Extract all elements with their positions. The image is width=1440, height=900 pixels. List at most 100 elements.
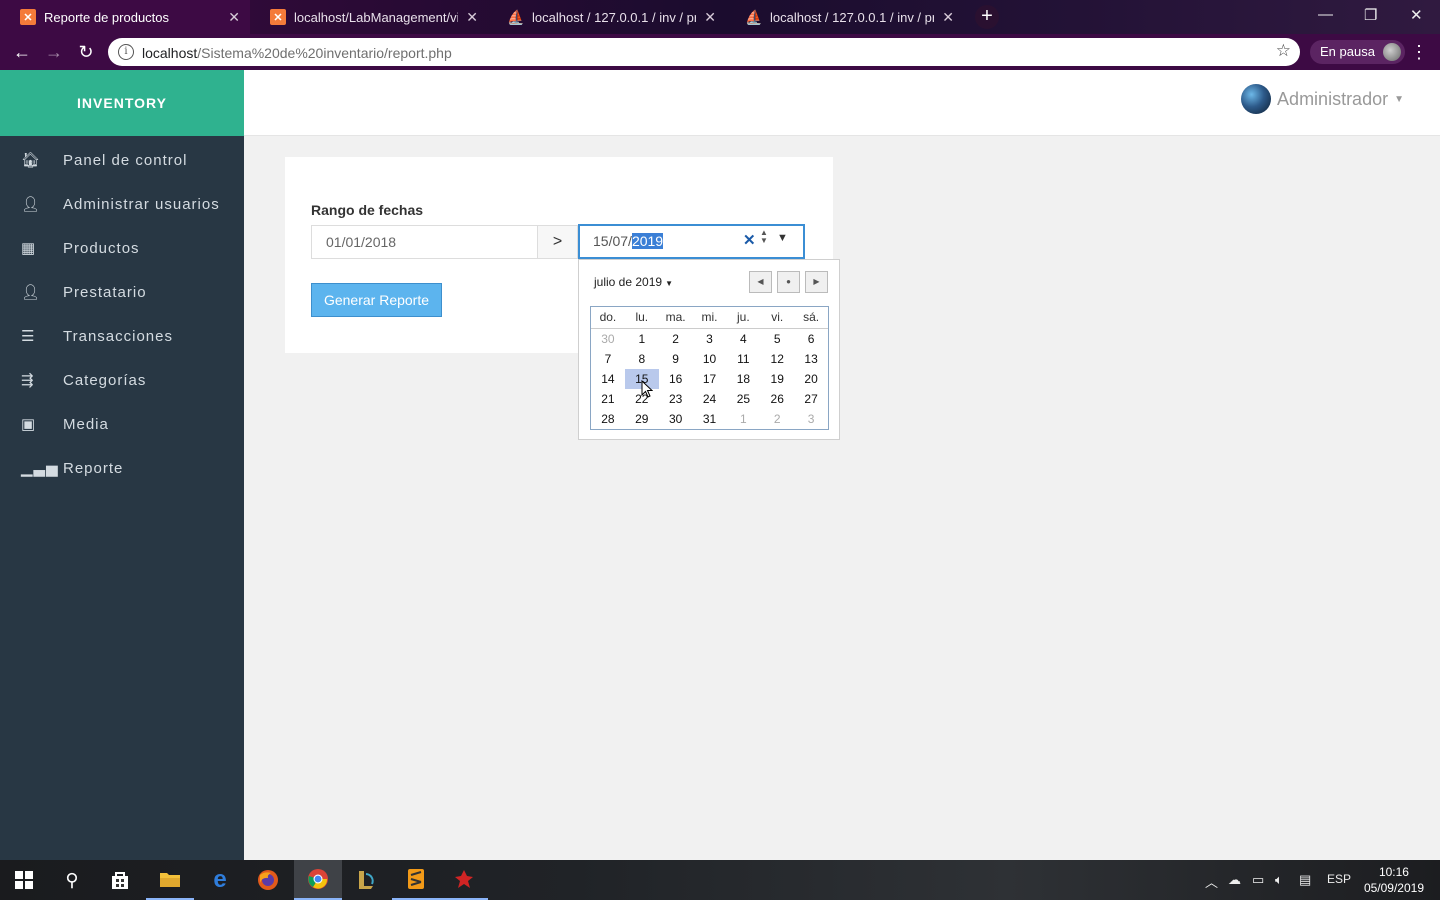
calendar-day[interactable]: 21 [591, 389, 625, 409]
calendar-day[interactable]: 17 [693, 369, 727, 389]
app-icon[interactable] [440, 860, 488, 900]
system-clock[interactable]: 10:16 05/09/2019 [1364, 864, 1424, 896]
bookmark-star-icon[interactable]: ☆ [1276, 41, 1291, 61]
firefox-icon[interactable] [244, 860, 292, 900]
calendar-day[interactable]: 1 [726, 409, 760, 429]
calendar-day[interactable]: 9 [659, 349, 693, 369]
calendar-day[interactable]: 25 [726, 389, 760, 409]
calendar-day[interactable]: 8 [625, 349, 659, 369]
month-year-selector[interactable]: julio de 2019 ▼ [594, 275, 673, 289]
browser-menu-icon[interactable]: ⋮ [1410, 42, 1428, 63]
windows-start-icon[interactable] [0, 860, 48, 900]
generate-report-button[interactable]: Generar Reporte [311, 283, 442, 317]
calendar-day[interactable]: 18 [726, 369, 760, 389]
mouse-cursor-icon [641, 380, 653, 398]
calendar-day[interactable]: 30 [659, 409, 693, 429]
calendar-day[interactable]: 1 [625, 329, 659, 349]
file-explorer-icon[interactable] [146, 860, 194, 900]
calendar-day[interactable]: 31 [693, 409, 727, 429]
sidebar-item-label: Productos [63, 239, 140, 257]
next-month-button[interactable]: ▶ [805, 271, 828, 293]
calendar-day[interactable]: 6 [794, 329, 828, 349]
date-picker-popup: julio de 2019 ▼ ◀ ● ▶ do. lu. ma. mi. ju.… [578, 259, 840, 440]
calendar-day[interactable]: 7 [591, 349, 625, 369]
site-info-icon[interactable]: i [118, 44, 134, 60]
search-icon[interactable]: ⚲ [48, 860, 96, 900]
sidebar-item-media[interactable]: ▣ Media [0, 402, 244, 446]
tab-reporte-productos[interactable]: ✕ Reporte de productos ✕ [0, 0, 250, 34]
calendar-day[interactable]: 16 [659, 369, 693, 389]
sidebar-item-productos[interactable]: ▦ Productos [0, 226, 244, 270]
indent-icon: ⇶ [21, 372, 35, 389]
volume-icon[interactable]: 🔈︎ [1275, 872, 1283, 888]
date-to-input[interactable]: 15/07/2019 ✕ ▲ ▼ ▼ [578, 224, 805, 259]
calendar-day[interactable]: 2 [760, 409, 794, 429]
restore-icon[interactable]: ❐ [1364, 6, 1377, 24]
dropdown-arrow-icon[interactable]: ▼ [777, 232, 788, 244]
reload-icon[interactable]: ↻ [75, 41, 97, 63]
league-client-icon[interactable] [342, 860, 390, 900]
previous-month-button[interactable]: ◀ [749, 271, 772, 293]
sidebar-item-panel-de-control[interactable]: 🏠︎ Panel de control [0, 138, 244, 182]
today-button[interactable]: ● [777, 271, 800, 293]
calendar-day[interactable]: 24 [693, 389, 727, 409]
tab-phpmyadmin-1[interactable]: ⛵ localhost / 127.0.0.1 / inv / produ ✕ [488, 0, 726, 34]
calendar-week: 30 1 2 3 4 5 6 [591, 329, 828, 349]
calendar-day[interactable]: 11 [726, 349, 760, 369]
tab-close-icon[interactable]: ✕ [942, 9, 954, 26]
sidebar-item-administrar-usuarios[interactable]: 👤︎ Administrar usuarios [0, 182, 244, 226]
onedrive-icon[interactable]: ☁ [1228, 872, 1241, 888]
tab-close-icon[interactable]: ✕ [704, 9, 716, 26]
user-menu[interactable]: Administrador ▼ [1241, 84, 1404, 114]
calendar-day[interactable]: 13 [794, 349, 828, 369]
forward-icon[interactable]: → [43, 41, 65, 63]
calendar-day[interactable]: 4 [726, 329, 760, 349]
calendar-day[interactable]: 29 [625, 409, 659, 429]
tab-close-icon[interactable]: ✕ [466, 9, 478, 26]
brand-logo[interactable]: INVENTORY [0, 70, 244, 136]
caret-down-icon: ▼ [665, 279, 673, 288]
calendar-day[interactable]: 26 [760, 389, 794, 409]
sidebar-item-prestatario[interactable]: 👤︎ Prestatario [0, 270, 244, 314]
tab-close-icon[interactable]: ✕ [228, 9, 240, 26]
tab-phpmyadmin-2[interactable]: ⛵ localhost / 127.0.0.1 / inv / produ ✕ [726, 0, 964, 34]
calendar-day[interactable]: 10 [693, 349, 727, 369]
new-tab-button[interactable]: + [975, 5, 999, 29]
calendar-day[interactable]: 2 [659, 329, 693, 349]
calendar-day[interactable]: 28 [591, 409, 625, 429]
back-icon[interactable]: ← [11, 41, 33, 63]
sidebar-item-categorias[interactable]: ⇶ Categorías [0, 358, 244, 402]
show-hidden-icons[interactable]: ︿ [1205, 872, 1218, 891]
sidebar-item-transacciones[interactable]: ☰ Transacciones [0, 314, 244, 358]
network-icon[interactable]: ▭ [1252, 872, 1264, 888]
calendar-day[interactable]: 3 [693, 329, 727, 349]
sidebar-item-reporte[interactable]: ▁▃▅ Reporte [0, 446, 244, 490]
chrome-icon[interactable] [294, 860, 342, 900]
notifications-icon[interactable]: ▤ [1299, 872, 1311, 888]
profile-button[interactable]: En pausa [1310, 40, 1405, 64]
minimize-icon[interactable]: — [1318, 6, 1333, 23]
calendar-day[interactable]: 27 [794, 389, 828, 409]
edge-icon[interactable]: e [196, 860, 244, 900]
top-header: Administrador ▼ [244, 70, 1440, 136]
close-window-icon[interactable]: ✕ [1410, 6, 1423, 24]
image-icon: ▣ [21, 416, 37, 433]
calendar-day[interactable]: 12 [760, 349, 794, 369]
calendar-day[interactable]: 5 [760, 329, 794, 349]
date-from-input[interactable]: 01/01/2018 [311, 225, 538, 259]
sidebar-item-label: Panel de control [63, 151, 188, 169]
calendar-day[interactable]: 20 [794, 369, 828, 389]
calendar-day[interactable]: 3 [794, 409, 828, 429]
calendar-day[interactable]: 19 [760, 369, 794, 389]
store-icon[interactable] [96, 860, 144, 900]
calendar-day[interactable]: 23 [659, 389, 693, 409]
sublime-text-icon[interactable] [392, 860, 440, 900]
language-indicator[interactable]: ESP [1327, 872, 1351, 886]
clear-date-icon[interactable]: ✕ [743, 231, 756, 249]
date-spinner-icon[interactable]: ▲ ▼ [760, 229, 768, 245]
calendar-day[interactable]: 14 [591, 369, 625, 389]
address-bar[interactable]: i localhost/Sistema%20de%20inventario/re… [108, 38, 1300, 66]
xampp-icon: ✕ [270, 9, 286, 25]
calendar-day[interactable]: 30 [591, 329, 625, 349]
tab-labmanagement[interactable]: ✕ localhost/LabManagement/views ✕ [250, 0, 488, 34]
